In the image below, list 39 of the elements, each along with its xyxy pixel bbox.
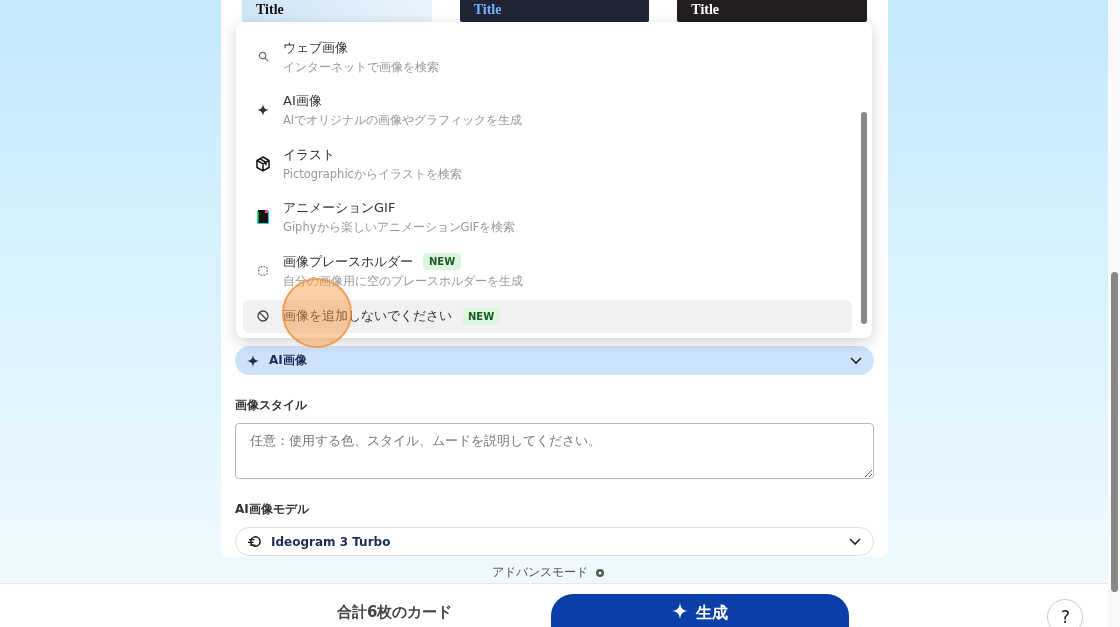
advanced-mode-link[interactable]: アドバンスモード [492,564,588,581]
item-description: Giphyから楽しいアニメーションGIFを検索 [283,220,516,236]
new-badge: NEW [423,253,462,271]
item-title: ウェブ画像 [283,38,348,57]
prohibited-icon [257,310,269,322]
item-description: Pictographicからイラストを検索 [283,166,462,182]
sparkle-icon [672,603,689,619]
help-button[interactable]: ? [1047,599,1084,627]
model-icon [248,535,261,548]
item-title: アニメーションGIF [283,199,396,218]
search-icon [257,51,269,63]
theme-thumbnail[interactable]: Title [242,0,432,22]
new-badge: NEW [462,307,501,325]
cube-icon [255,155,271,172]
theme-thumbnail[interactable]: Title [677,0,867,22]
sparkle-icon [247,354,259,367]
generate-button[interactable]: 生成 [551,594,850,627]
item-description: AIでオリジナルの画像やグラフィックを生成 [283,113,523,129]
field-label: AI画像モデル [235,501,310,518]
card-total: 合計6枚のカード [337,603,453,622]
menu-item[interactable]: AI画像 AIでオリジナルの画像やグラフィックを生成 [243,83,852,137]
menu-item[interactable]: アニメーションGIF Giphyから楽しいアニメーションGIFを検索 [243,190,852,244]
item-title: 画像プレースホルダー [283,252,413,271]
gif-icon [256,209,270,226]
item-description: インターネットで画像を検索 [283,59,439,75]
image-model-select[interactable]: Ideogram 3 Turbo [235,527,874,556]
item-title: イラスト [283,145,335,164]
item-title: AI画像 [283,92,322,111]
sparkle-icon [257,104,269,117]
menu-item[interactable]: ウェブ画像 インターネットで画像を検索 [243,30,852,84]
image-source-select[interactable]: AI画像 [235,346,874,375]
menu-item[interactable]: イラスト Pictographicからイラストを検索 [243,137,852,191]
scrollbar[interactable] [1108,0,1120,627]
image-style-field[interactable]: 任意：使用する色、スタイル、ムードを説明してください。 [235,423,874,479]
dashed-square-icon [258,265,268,276]
chevron-down-icon [849,537,861,546]
theme-thumbnail[interactable]: Title [459,0,650,22]
field-label: 画像スタイル [235,397,308,414]
chevron-down-icon [850,356,862,365]
